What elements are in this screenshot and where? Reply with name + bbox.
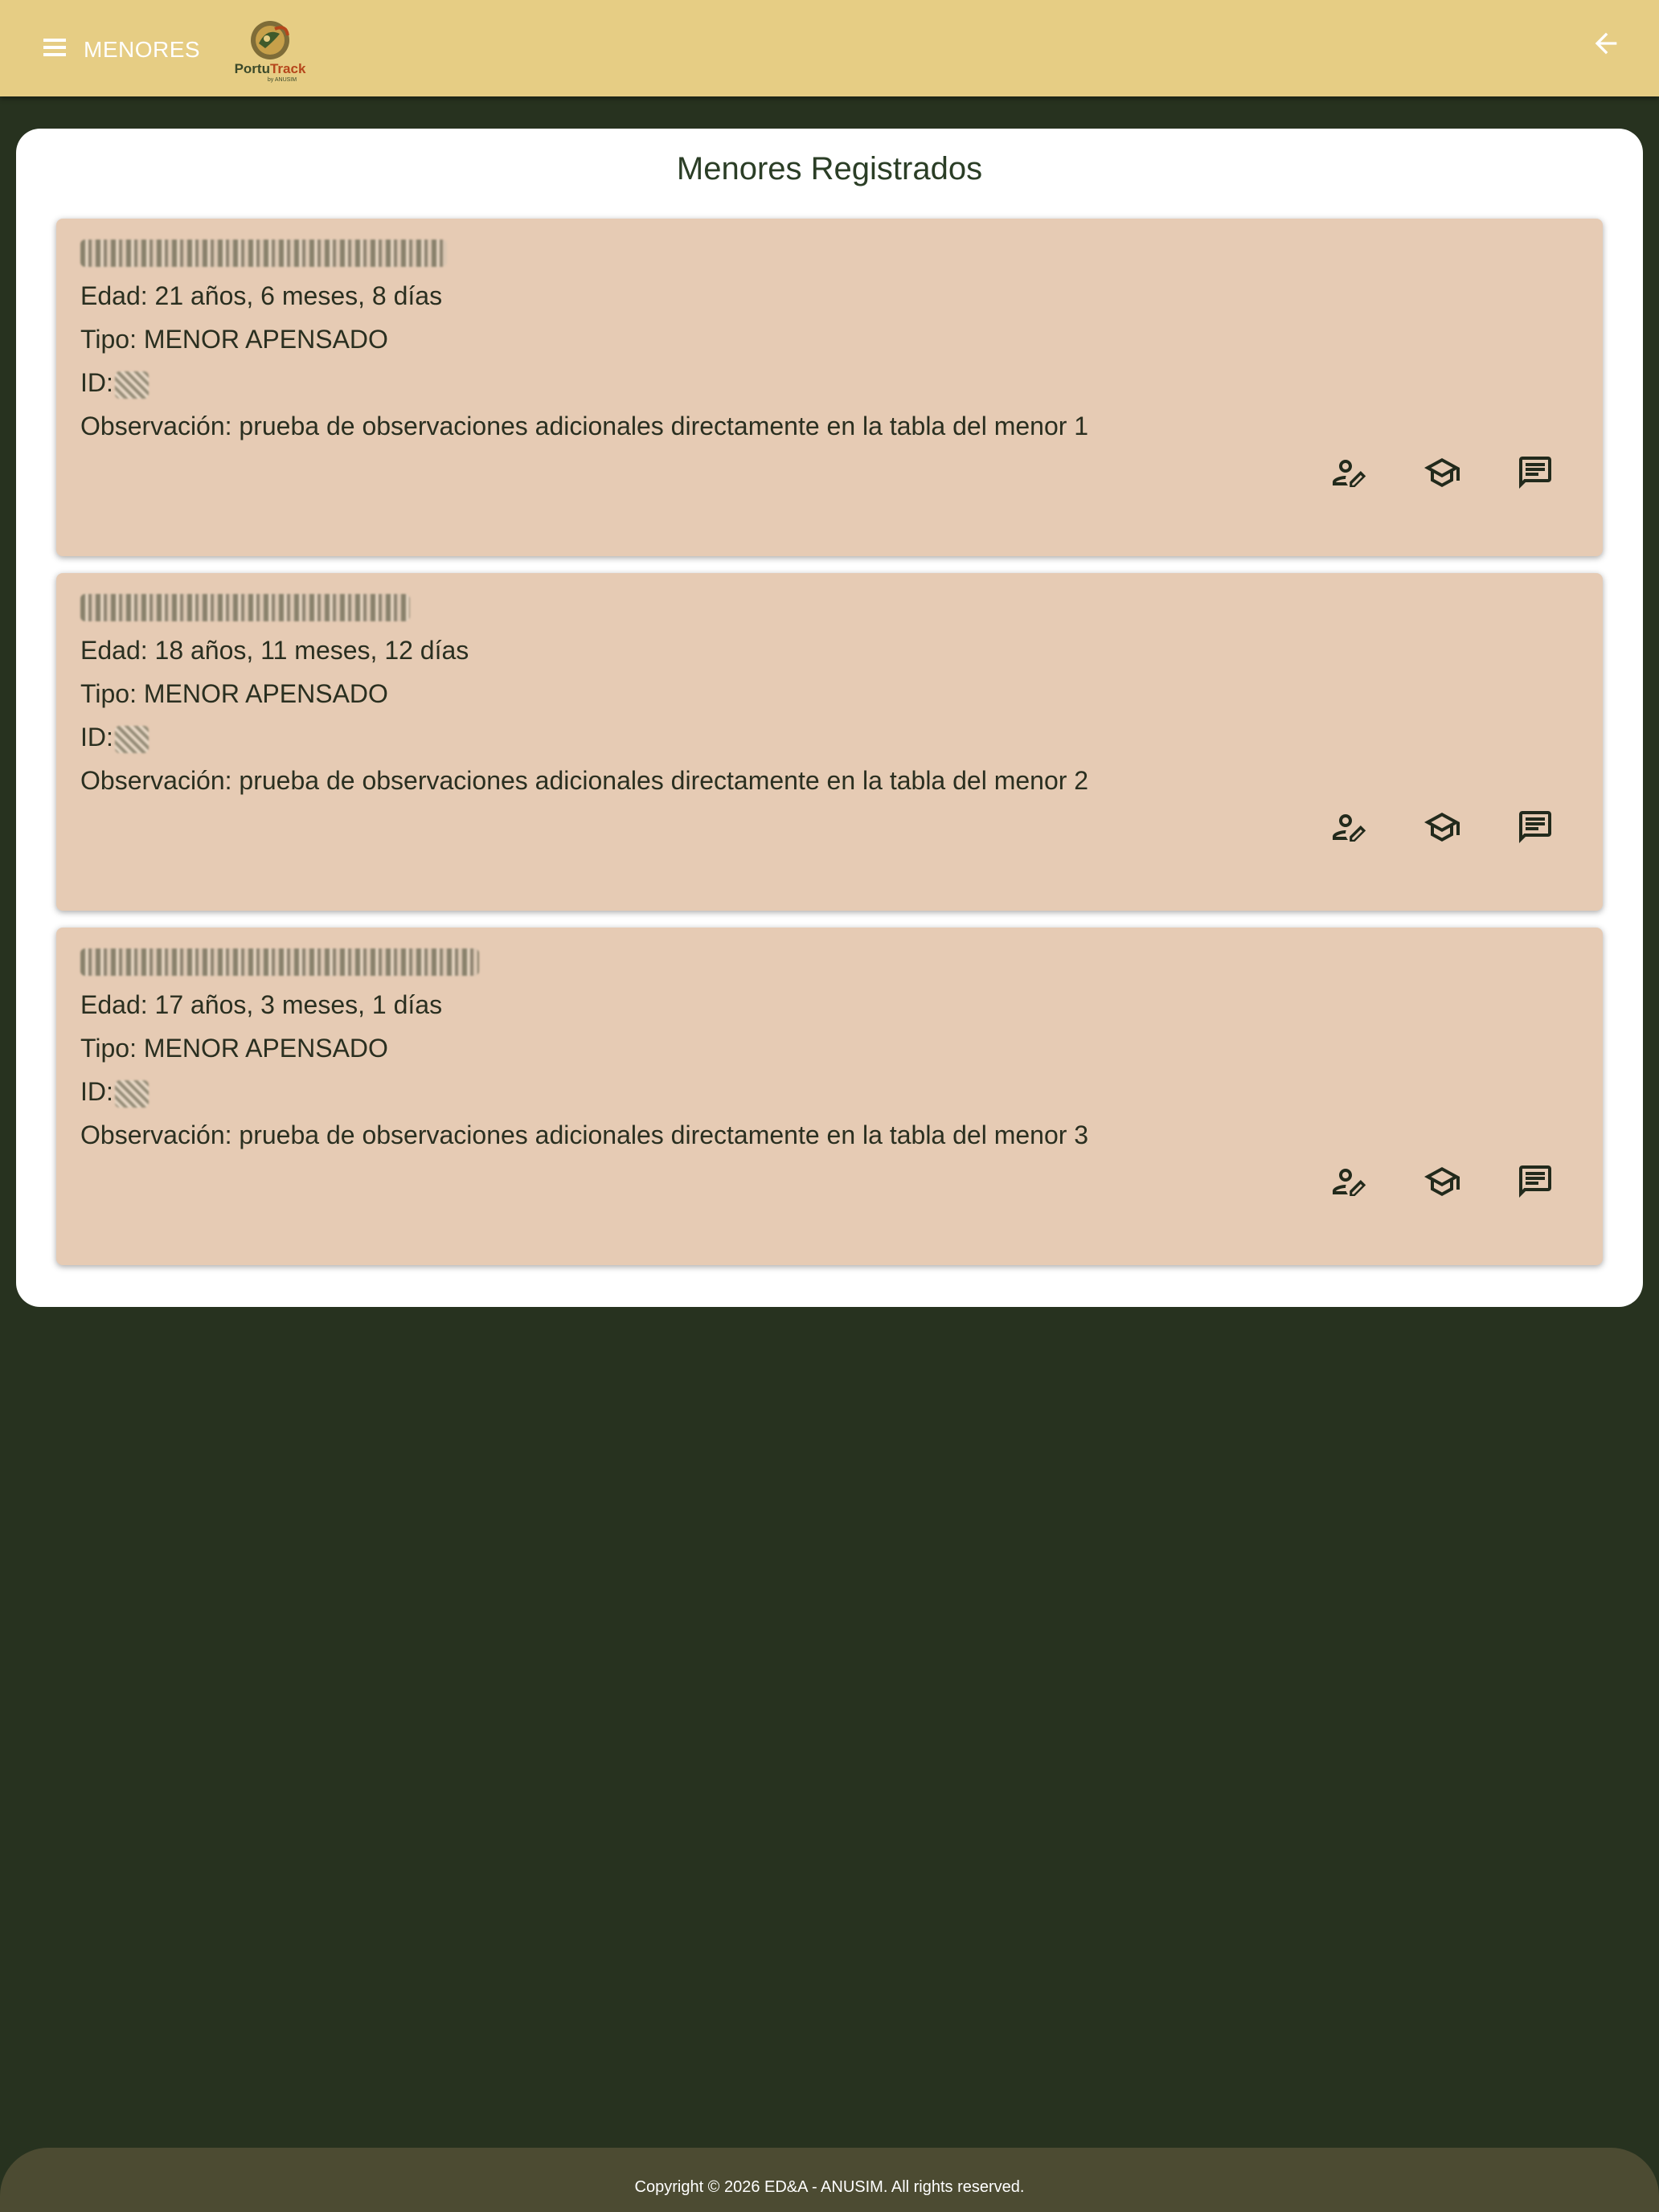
minor-id-label: ID: (80, 723, 113, 752)
minor-id-label: ID: (80, 1077, 113, 1106)
registered-minors-panel: Menores Registrados ████████ ███████ ███… (16, 129, 1643, 1307)
observations-button[interactable] (1516, 1162, 1555, 1201)
minor-type: Tipo: MENOR APENSADO (80, 325, 388, 354)
minor-id-redacted (114, 725, 149, 753)
minor-type: Tipo: MENOR APENSADO (80, 679, 388, 708)
card-actions (1329, 453, 1555, 492)
portutrack-logo: PortuTrack by ANUSIM (230, 16, 310, 83)
graduation-cap-icon (1424, 458, 1460, 487)
edit-minor-button[interactable] (1329, 808, 1368, 846)
logo-emblem-icon (251, 21, 289, 59)
minor-id-label: ID: (80, 368, 113, 397)
top-app-bar: MENORES PortuTrack by ANUSIM (0, 0, 1659, 96)
minor-observation: Observación: prueba de observaciones adi… (80, 766, 1089, 795)
logo-subtitle: by ANUSIM (267, 77, 297, 83)
panel-title: Menores Registrados (676, 151, 983, 186)
education-button[interactable] (1423, 453, 1461, 492)
minor-name-redacted: ████████ ███████ ███ (80, 240, 447, 267)
minor-card: ██████ ████████ Edad: 18 años, 11 meses, … (56, 573, 1603, 911)
minor-age: Edad: 21 años, 6 meses, 8 días (80, 281, 443, 310)
comment-icon (1519, 1165, 1551, 1198)
minor-id: ID: (80, 1077, 149, 1108)
comment-icon (1519, 811, 1551, 843)
minor-id: ID: (80, 368, 149, 399)
minor-observation: Observación: prueba de observaciones adi… (80, 412, 1089, 440)
copyright-text: Copyright © 2026 ED&A - ANUSIM. All righ… (634, 2178, 1025, 2196)
minor-type: Tipo: MENOR APENSADO (80, 1034, 388, 1063)
edit-minor-button[interactable] (1329, 1162, 1368, 1201)
edit-minor-button[interactable] (1329, 453, 1368, 492)
footer: Copyright © 2026 ED&A - ANUSIM. All righ… (0, 2148, 1659, 2212)
observations-button[interactable] (1516, 453, 1555, 492)
minor-observation: Observación: prueba de observaciones adi… (80, 1120, 1089, 1149)
minor-age: Edad: 18 años, 11 meses, 12 días (80, 636, 469, 665)
card-actions (1329, 1162, 1555, 1201)
app-bar-title: MENORES (84, 37, 201, 62)
comment-icon (1519, 457, 1551, 489)
graduation-cap-icon (1424, 813, 1460, 842)
graduation-cap-icon (1424, 1167, 1460, 1196)
minor-name-redacted: ██████ ████████ (80, 594, 410, 621)
back-arrow-icon[interactable] (1590, 27, 1622, 59)
logo-wordmark: PortuTrack (234, 61, 306, 76)
menu-icon[interactable] (42, 39, 68, 64)
minor-name-redacted: ███████ █████████ ████ (80, 948, 479, 976)
minor-id: ID: (80, 723, 149, 753)
minor-card: ████████ ███████ ███ Edad: 21 años, 6 mes… (56, 219, 1603, 556)
education-button[interactable] (1423, 808, 1461, 846)
person-edit-icon (1333, 1169, 1366, 1196)
person-edit-icon (1333, 460, 1366, 487)
person-edit-icon (1333, 814, 1366, 842)
education-button[interactable] (1423, 1162, 1461, 1201)
observations-button[interactable] (1516, 808, 1555, 846)
minor-id-redacted (114, 371, 149, 399)
card-actions (1329, 808, 1555, 846)
minor-card: ███████ █████████ ████ Edad: 17 años, 3 m… (56, 928, 1603, 1265)
minor-id-redacted (114, 1079, 149, 1108)
minor-age: Edad: 17 años, 3 meses, 1 días (80, 990, 443, 1019)
